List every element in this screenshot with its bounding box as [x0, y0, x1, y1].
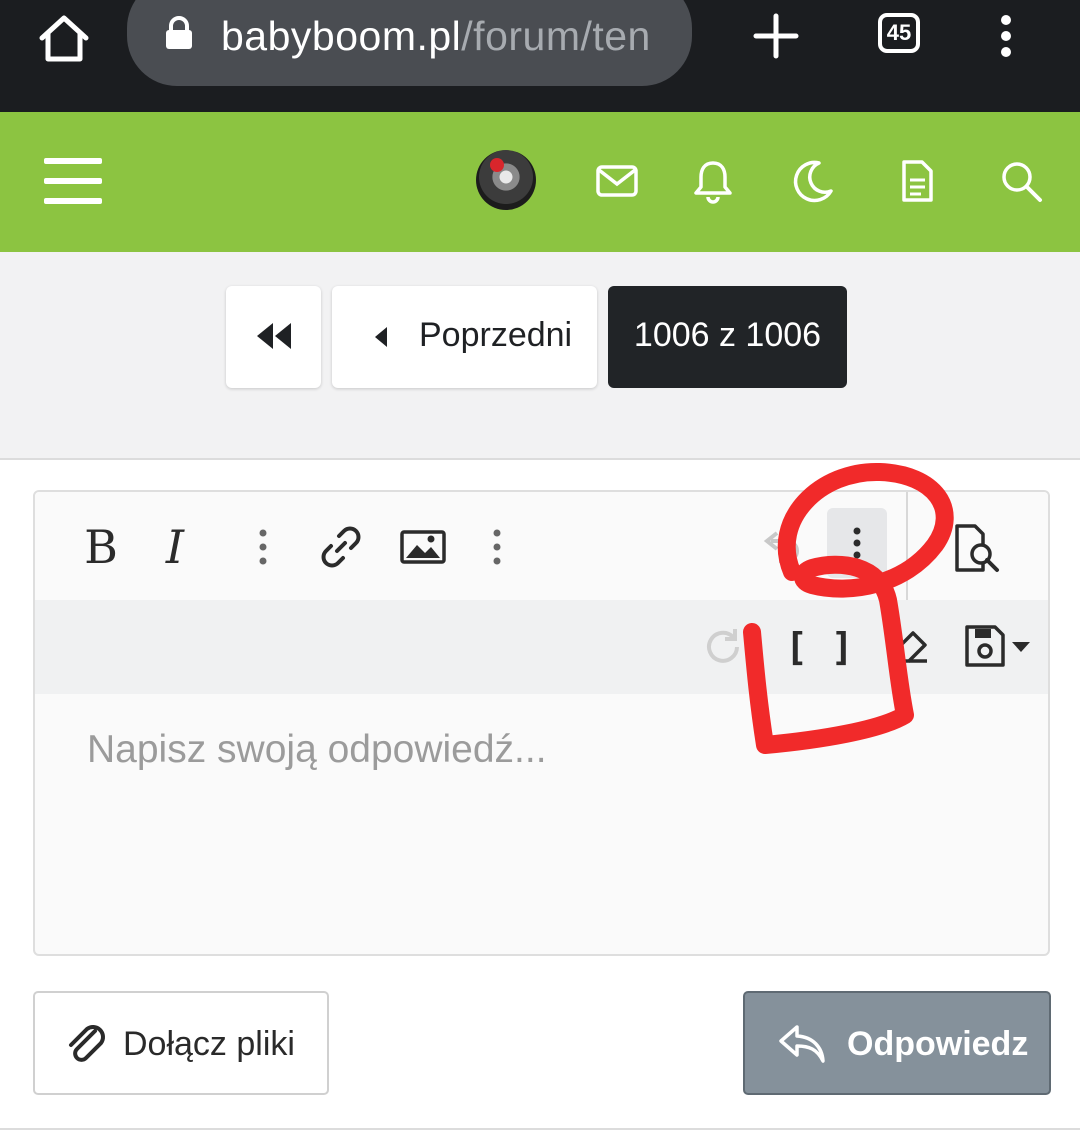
pagination-area: Poprzedni 1006 z 1006 — [0, 252, 1080, 460]
preview-icon[interactable] — [949, 522, 1005, 578]
italic-button[interactable]: I — [147, 519, 203, 575]
more-vertical-icon[interactable] — [235, 519, 291, 575]
url-text: babyboom.pl/forum/ten — [221, 12, 651, 60]
search-icon[interactable] — [998, 158, 1044, 204]
address-bar[interactable]: babyboom.pl/forum/ten — [127, 0, 692, 86]
attach-files-button[interactable]: Dołącz pliki — [33, 991, 329, 1095]
caret-left-icon — [375, 327, 387, 347]
paperclip-icon — [69, 1025, 105, 1062]
image-icon[interactable] — [395, 519, 451, 575]
save-icon[interactable] — [961, 619, 1017, 675]
lock-icon — [166, 16, 192, 49]
previous-label: Poprzedni — [419, 316, 573, 354]
attach-files-label: Dołącz pliki — [123, 1025, 295, 1063]
chevron-down-icon[interactable] — [1011, 640, 1031, 654]
hamburger-icon[interactable] — [44, 156, 102, 206]
document-icon[interactable] — [894, 158, 940, 204]
reply-form: B I [] Napisz swoją odpowiedź... Dołącz… — [0, 460, 1080, 1145]
reply-button[interactable]: Odpowiedz — [743, 991, 1051, 1095]
current-page-label: 1006 z 1006 — [633, 316, 822, 354]
menu-icon[interactable] — [990, 12, 1022, 60]
url-host: babyboom.pl — [221, 13, 462, 59]
bold-button[interactable]: B — [73, 519, 129, 575]
avatar[interactable] — [476, 150, 536, 210]
link-icon[interactable] — [313, 519, 369, 575]
eraser-icon[interactable] — [883, 619, 939, 675]
site-header — [0, 112, 1080, 252]
undo-icon[interactable] — [753, 519, 809, 575]
toolbar-separator — [906, 492, 908, 600]
rich-text-editor: B I [] Napisz swoją odpowiedź... — [33, 490, 1050, 956]
editor-toolbar-row-2: [ ] — [35, 600, 1048, 694]
more-vertical-icon — [853, 527, 861, 559]
reply-label: Odpowiedz — [847, 1025, 1029, 1063]
browser-toolbar: babyboom.pl/forum/ten 45 — [0, 0, 1080, 112]
current-page-indicator[interactable]: 1006 z 1006 — [608, 286, 847, 388]
brackets-button[interactable]: [ ] — [785, 619, 854, 675]
bell-icon[interactable] — [690, 158, 736, 204]
divider — [0, 1128, 1080, 1130]
reply-textarea-placeholder[interactable]: Napisz swoją odpowiedź... — [87, 728, 547, 772]
avatar-dot — [490, 158, 504, 172]
new-tab-icon[interactable] — [752, 12, 800, 60]
reply-icon — [779, 1025, 825, 1063]
editor-toolbar-row-1: B I — [35, 492, 1048, 600]
double-chevron-left-icon — [257, 323, 291, 349]
url-path: /forum/ten — [461, 13, 651, 59]
moon-icon[interactable] — [790, 158, 836, 204]
home-icon[interactable] — [36, 12, 92, 64]
first-page-button[interactable] — [226, 286, 321, 388]
mail-icon[interactable] — [594, 158, 640, 204]
previous-page-button[interactable]: Poprzedni — [332, 286, 597, 388]
redo-icon[interactable] — [697, 619, 753, 675]
tabs-counter-button[interactable]: 45 — [878, 13, 920, 53]
more-vertical-icon[interactable] — [469, 519, 525, 575]
more-options-button[interactable] — [827, 508, 887, 578]
